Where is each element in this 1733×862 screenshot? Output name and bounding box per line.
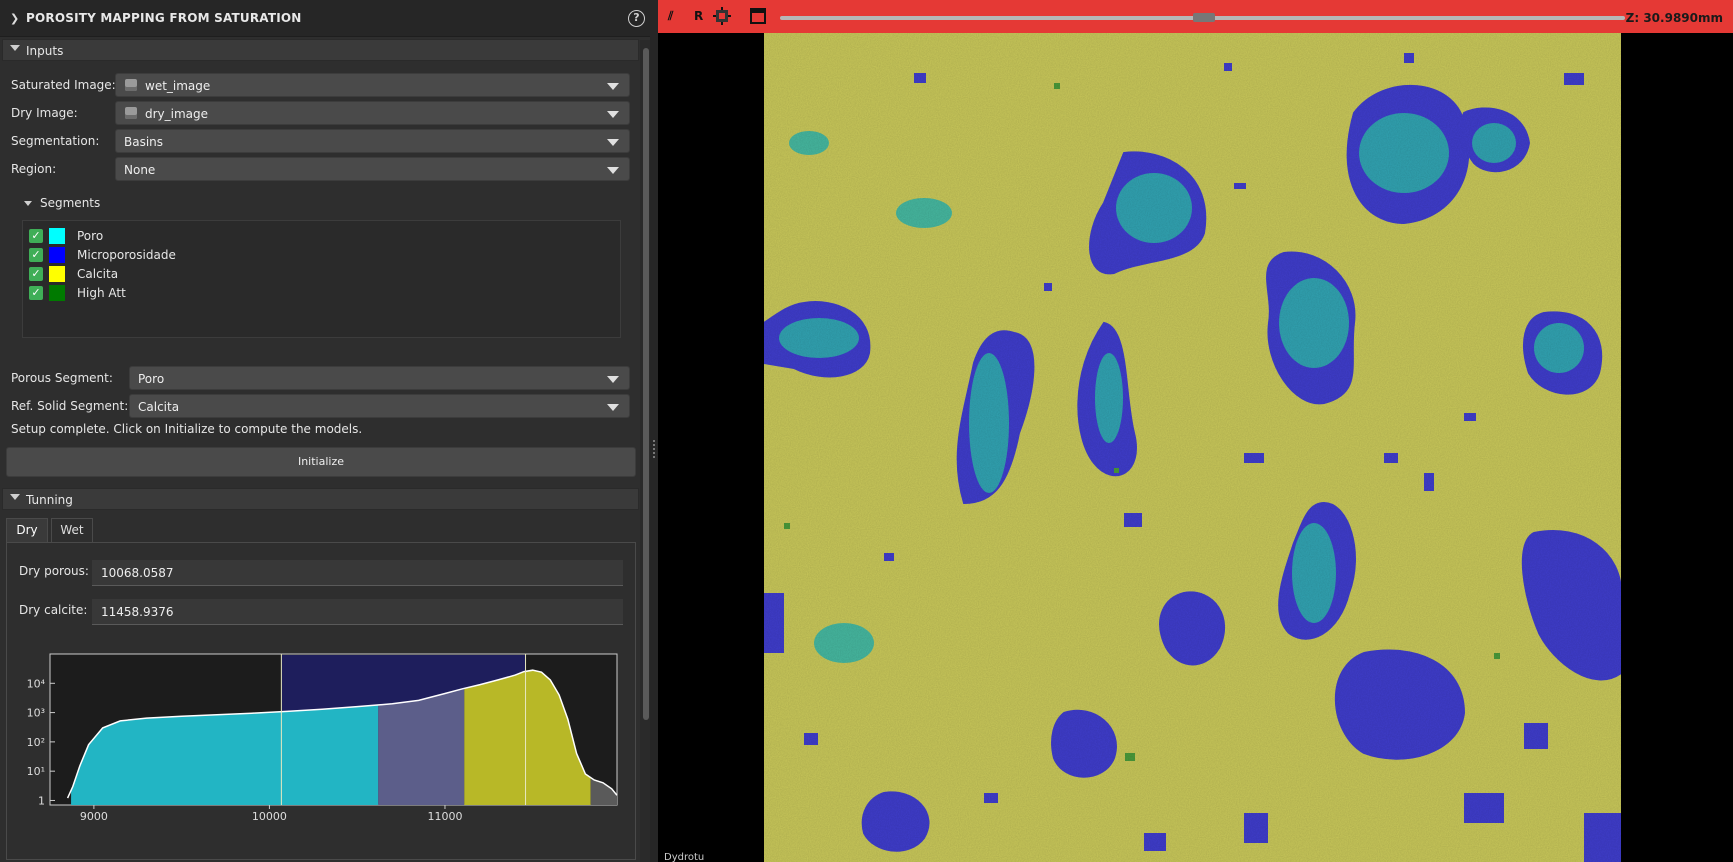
dry-calcite-field[interactable]: 11458.9376 [92, 599, 623, 625]
dropdown-arrow-icon [607, 167, 619, 174]
slice-offset-label: Z: 30.9890mm [1625, 11, 1723, 25]
segment-name: Microporosidade [77, 248, 176, 262]
dropdown-arrow-icon [607, 83, 619, 90]
collapse-arrow-icon [10, 45, 20, 51]
segment-color-swatch [49, 228, 65, 244]
solid-segment-value: Calcita [138, 400, 180, 414]
dry-porous-field[interactable]: 10068.0587 [92, 560, 623, 586]
segment-name: Calcita [77, 267, 119, 281]
dry-calcite-label: Dry calcite: [19, 603, 88, 617]
maximize-view-icon[interactable] [750, 8, 766, 27]
y-tick-label: 10² [27, 736, 45, 749]
slice-viewer[interactable]: ⫽ R Z: 30.9890mm Dydrotu [658, 0, 1733, 862]
dropdown-arrow-icon [607, 139, 619, 146]
segments-label: Segments [40, 196, 101, 210]
x-tick-label: 10000 [252, 810, 287, 823]
tunning-section-label: Tunning [26, 493, 73, 507]
volume-icon [125, 79, 137, 91]
module-title-bar[interactable]: ❯ POROSITY MAPPING FROM SATURATION ? [0, 0, 650, 37]
collapse-arrow-icon [10, 494, 20, 500]
checkbox[interactable]: ✓ [29, 286, 43, 300]
y-tick-label: 10³ [27, 707, 45, 720]
y-tick-label: 1 [38, 794, 45, 807]
corner-annotation: Dydrotu [664, 852, 705, 862]
checkbox[interactable]: ✓ [29, 229, 43, 243]
dry-image-combo[interactable]: dry_image [115, 101, 630, 125]
segmentation-label: Segmentation: [11, 134, 100, 148]
saturated-image-value: wet_image [145, 79, 211, 93]
dry-calcite-value: 11458.9376 [101, 605, 174, 619]
splitter-grip-icon [653, 440, 655, 460]
dropdown-arrow-icon [607, 404, 619, 411]
histogram-region [378, 688, 465, 805]
x-tick-label: 11000 [427, 810, 462, 823]
region-combo[interactable]: None [115, 157, 630, 181]
region-label: Region: [11, 162, 57, 176]
segment-color-swatch [49, 285, 65, 301]
app-root: ❯ POROSITY MAPPING FROM SATURATION ? Inp… [0, 0, 1733, 862]
porous-segment-label: Porous Segment: [11, 371, 113, 385]
volume-icon [125, 107, 137, 119]
saturated-image-combo[interactable]: wet_image [115, 73, 630, 97]
inputs-section-label: Inputs [26, 44, 64, 58]
solid-segment-combo[interactable]: Calcita [129, 394, 630, 418]
region-value: None [124, 163, 156, 177]
segmentation-combo[interactable]: Basins [115, 129, 630, 153]
segment-color-swatch [49, 266, 65, 282]
checkbox[interactable]: ✓ [29, 267, 43, 281]
segmentation-value: Basins [124, 135, 164, 149]
porous-segment-value: Poro [138, 372, 165, 386]
inputs-section-header[interactable]: Inputs [2, 39, 639, 61]
dropdown-arrow-icon [607, 111, 619, 118]
panel-splitter[interactable] [650, 0, 658, 862]
chevron-right-icon[interactable]: ❯ [10, 12, 19, 25]
dry-porous-label: Dry porous: [19, 564, 89, 578]
slice-controller-bar: ⫽ R Z: 30.9890mm [658, 0, 1733, 33]
segment-color-swatch [49, 247, 65, 263]
initialize-button[interactable]: Initialize [6, 447, 636, 477]
collapse-arrow-icon [24, 201, 32, 206]
tab-dry[interactable]: Dry [6, 518, 48, 542]
tab-wet[interactable]: Wet [51, 518, 93, 542]
scrollbar-thumb[interactable] [643, 48, 649, 720]
y-tick-label: 10¹ [27, 765, 45, 778]
solid-segment-label: Ref. Solid Segment: [11, 399, 129, 413]
dropdown-arrow-icon [607, 376, 619, 383]
reset-view-button[interactable]: R [694, 9, 703, 23]
segment-name: High Att [77, 286, 126, 300]
segments-list: ✓ Poro ✓ Microporosidade ✓ Calcita ✓ Hig… [22, 220, 621, 338]
x-tick-label: 9000 [80, 810, 108, 823]
histogram-chart[interactable]: 1 10¹ 10² 10³ 10⁴ 9000 10000 11000 [27, 653, 618, 823]
pin-icon[interactable]: ⫽ [668, 9, 673, 24]
segment-name: Poro [77, 229, 104, 243]
slice-slider-handle[interactable] [1193, 13, 1215, 22]
porous-segment-combo[interactable]: Poro [129, 366, 630, 390]
checkbox[interactable]: ✓ [29, 248, 43, 262]
dry-image-value: dry_image [145, 107, 209, 121]
help-icon[interactable]: ? [628, 10, 645, 27]
slice-link-icon[interactable] [713, 7, 731, 28]
dry-porous-value: 10068.0587 [101, 566, 174, 580]
module-title: POROSITY MAPPING FROM SATURATION [26, 11, 302, 25]
module-panel: ❯ POROSITY MAPPING FROM SATURATION ? Inp… [0, 0, 650, 862]
dry-image-label: Dry Image: [11, 106, 78, 120]
tunning-section-header[interactable]: Tunning [2, 488, 639, 510]
segmented-slice-image[interactable] [764, 33, 1621, 862]
status-text: Setup complete. Click on Initialize to c… [11, 422, 363, 436]
y-tick-label: 10⁴ [27, 677, 46, 690]
saturated-image-label: Saturated Image: [11, 78, 116, 92]
